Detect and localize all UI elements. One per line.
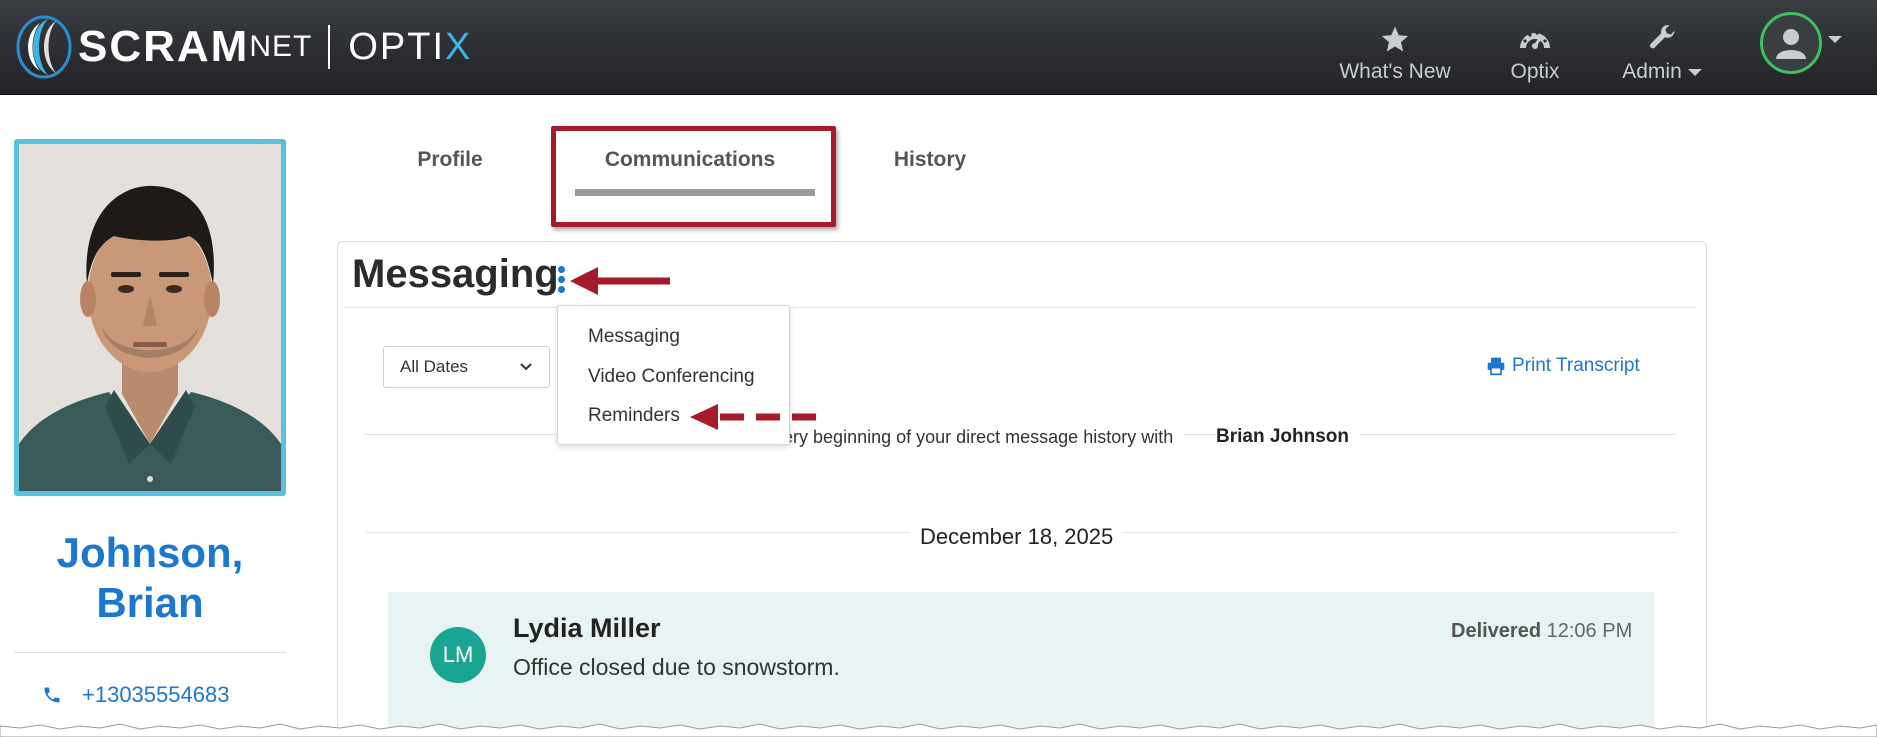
messaging-title: Messaging xyxy=(352,252,559,296)
phone-icon xyxy=(44,687,60,703)
patient-phone-link[interactable]: +13035554683 xyxy=(42,682,229,708)
patient-name: Johnson, Brian xyxy=(14,528,286,628)
date-filter-select[interactable]: All Dates xyxy=(383,346,550,388)
brand-name-optix: OPTIX xyxy=(348,25,473,68)
patient-portrait-image xyxy=(19,144,281,491)
message-body: Office closed due to snowstorm. xyxy=(513,654,840,680)
user-menu-chevron-icon[interactable] xyxy=(1828,36,1842,43)
dashboard-gauge-icon xyxy=(1520,31,1550,49)
nav-admin-dropdown[interactable]: Admin xyxy=(1612,12,1712,84)
nav-label: Admin xyxy=(1622,60,1702,84)
message-status: Delivered 12:06 PM xyxy=(1451,620,1632,643)
menu-item-messaging[interactable]: Messaging xyxy=(588,326,680,348)
day-label: December 18, 2025 xyxy=(910,524,1124,550)
tab-profile[interactable]: Profile xyxy=(390,148,510,172)
card-header-divider xyxy=(345,307,1697,308)
torn-edge xyxy=(0,723,1877,737)
kebab-menu-icon[interactable] xyxy=(555,266,567,296)
message-time: 12:06 PM xyxy=(1546,620,1633,642)
scram-swoosh-icon xyxy=(16,15,72,79)
print-transcript-link[interactable]: Print Transcript xyxy=(1486,355,1640,377)
patient-photo xyxy=(14,139,286,496)
printer-icon xyxy=(1487,357,1505,376)
chevron-down-icon xyxy=(1687,68,1702,76)
nav-whats-new[interactable]: What's New xyxy=(1330,12,1460,84)
print-transcript-label: Print Transcript xyxy=(1512,355,1640,376)
wrench-icon xyxy=(1649,25,1675,49)
brand-name-scram: SCRAM xyxy=(78,22,250,71)
star-icon xyxy=(1381,26,1409,52)
date-filter-value: All Dates xyxy=(400,357,469,376)
callout-highlight-box xyxy=(551,126,836,227)
sender-avatar: LM xyxy=(430,627,486,683)
nav-label: What's New xyxy=(1339,60,1451,83)
menu-item-reminders[interactable]: Reminders xyxy=(588,405,680,427)
user-avatar-icon xyxy=(1776,29,1806,59)
patient-first-name: Brian xyxy=(96,579,204,626)
patient-phone-number: +13035554683 xyxy=(82,682,230,707)
chevron-down-icon xyxy=(520,363,532,371)
brand-logo[interactable]: SCRAM NET OPTIX xyxy=(14,12,472,82)
history-contact-name: Brian Johnson xyxy=(1216,426,1360,448)
active-tab-indicator xyxy=(575,189,815,196)
brand-divider xyxy=(328,25,331,69)
menu-item-video-conferencing[interactable]: Video Conferencing xyxy=(588,366,755,388)
messaging-type-menu: Messaging Video Conferencing Reminders xyxy=(557,305,790,445)
patient-last-name: Johnson, xyxy=(56,529,244,576)
delivery-status: Delivered xyxy=(1451,620,1542,642)
message-sender: Lydia Miller xyxy=(513,613,661,643)
tab-communications[interactable]: Communications xyxy=(580,148,800,172)
nav-optix[interactable]: Optix xyxy=(1500,12,1570,84)
top-navbar: SCRAM NET OPTIX What's New Optix Admin xyxy=(0,0,1877,95)
brand-name-net: NET xyxy=(249,30,313,63)
user-avatar-button[interactable] xyxy=(1760,12,1822,74)
nav-label: Optix xyxy=(1510,60,1560,83)
left-divider xyxy=(14,652,286,653)
tab-history[interactable]: History xyxy=(870,148,990,172)
